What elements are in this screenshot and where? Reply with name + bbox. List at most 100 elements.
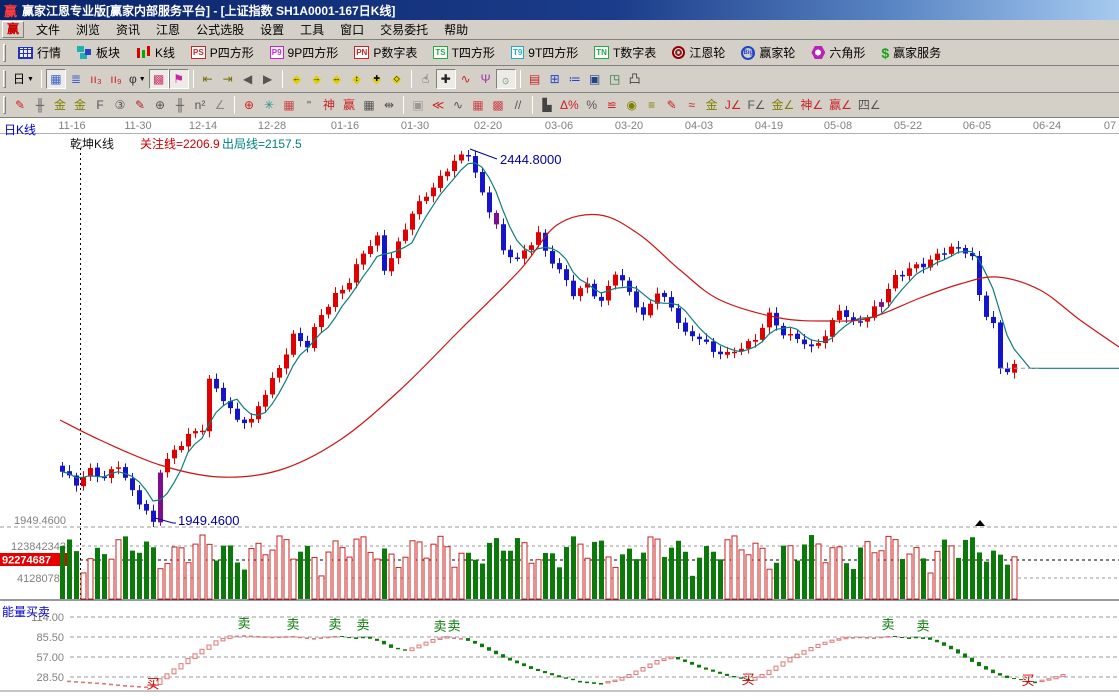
- first-page-button[interactable]: ⇤: [198, 69, 218, 89]
- menu-item-6[interactable]: 工具: [292, 22, 332, 38]
- candle-body: [200, 431, 205, 433]
- gold-circle-tool[interactable]: ◉: [622, 95, 642, 115]
- menu-item-3[interactable]: 江恩: [148, 22, 188, 38]
- next-button[interactable]: ▶: [258, 69, 278, 89]
- center-view-button[interactable]: ◆◇: [387, 69, 407, 89]
- gold-band-tool[interactable]: 金: [702, 95, 722, 115]
- period-day-dropdown[interactable]: 日▼: [10, 69, 37, 89]
- analysis-tool-button[interactable]: ۞: [496, 69, 516, 89]
- p-square-button[interactable]: PSP四方形: [183, 42, 262, 64]
- menu-logo-icon[interactable]: 赢: [2, 21, 24, 38]
- info-panel-button[interactable]: ≣: [66, 69, 86, 89]
- wave-band-tool[interactable]: ≈: [682, 95, 702, 115]
- winner-wheel-button[interactable]: Big赢家轮: [733, 42, 803, 64]
- tick-marks-tool[interactable]: ʺ: [299, 95, 319, 115]
- menu-item-1[interactable]: 浏览: [68, 22, 108, 38]
- shen-grid-tool[interactable]: 神: [319, 95, 339, 115]
- gold-grid-tool[interactable]: 金: [50, 95, 70, 115]
- bars3-button[interactable]: ıı₃: [86, 69, 106, 89]
- print-button[interactable]: 凸: [625, 69, 645, 89]
- menu-item-0[interactable]: 文件: [28, 22, 68, 38]
- red-grid-tool[interactable]: ▦: [468, 95, 488, 115]
- menu-item-5[interactable]: 设置: [252, 22, 292, 38]
- menu-item-2[interactable]: 资讯: [108, 22, 148, 38]
- kline-button[interactable]: K线: [128, 42, 183, 64]
- gold-angle-tool[interactable]: 金∠: [769, 95, 798, 115]
- toolbar-grip[interactable]: [3, 96, 6, 114]
- service-button[interactable]: $赢家服务: [873, 42, 949, 64]
- zoom-all-button[interactable]: ◆✚: [367, 69, 387, 89]
- spiral-grid-tool[interactable]: ③: [110, 95, 130, 115]
- t-number-button[interactable]: TNT数字表: [586, 42, 664, 64]
- qiankun-toggle-button[interactable]: ▩: [149, 69, 169, 89]
- target-tool[interactable]: ⊕: [239, 95, 259, 115]
- save-button[interactable]: ▣: [585, 69, 605, 89]
- shen-angle-tool[interactable]: 神∠: [797, 95, 826, 115]
- quotes-button[interactable]: 行情: [10, 42, 69, 64]
- notes-button[interactable]: ≔: [565, 69, 585, 89]
- pen2-tool[interactable]: ✎: [130, 95, 150, 115]
- net-save-button[interactable]: ◳: [605, 69, 625, 89]
- menu-item-8[interactable]: 交易委托: [372, 22, 436, 38]
- protractor-tool[interactable]: ∠: [210, 95, 230, 115]
- win-angle-tool[interactable]: 赢∠: [826, 95, 855, 115]
- zoom-v-button[interactable]: ◆↕: [347, 69, 367, 89]
- calendar-button[interactable]: ▤: [525, 69, 545, 89]
- calculator-button[interactable]: ⊞: [545, 69, 565, 89]
- prev-button[interactable]: ◀: [238, 69, 258, 89]
- pen-tool[interactable]: ✎: [10, 95, 30, 115]
- ruler123-tool[interactable]: ▦: [359, 95, 379, 115]
- shift-left-button[interactable]: ◆←: [287, 69, 307, 89]
- star-web-tool[interactable]: ✳: [259, 95, 279, 115]
- n2-tool[interactable]: n²: [190, 95, 210, 115]
- percent-lines-tool[interactable]: ≌: [602, 95, 622, 115]
- wave-tool[interactable]: ∿: [448, 95, 468, 115]
- pen3-tool[interactable]: ✎: [662, 95, 682, 115]
- ruler-grid-tool[interactable]: ╫: [170, 95, 190, 115]
- fan-lines-tool[interactable]: ≪: [428, 95, 448, 115]
- menu-item-7[interactable]: 窗口: [332, 22, 372, 38]
- hist-tool[interactable]: ▙: [537, 95, 557, 115]
- delta-percent-tool[interactable]: Δ%: [557, 95, 582, 115]
- p9-square-button[interactable]: P99P四方形: [262, 42, 346, 64]
- hexagon-button[interactable]: 六角形: [803, 42, 873, 64]
- p-number-button[interactable]: PNP数字表: [346, 42, 425, 64]
- f-angle-tool[interactable]: F∠: [744, 95, 768, 115]
- gann-wheel-button[interactable]: 江恩轮: [664, 42, 733, 64]
- gold-grid2-tool[interactable]: 金: [70, 95, 90, 115]
- four-angle-tool[interactable]: 四∠: [855, 95, 884, 115]
- hand-tool-button[interactable]: ☝: [416, 69, 436, 89]
- web-grid-tool[interactable]: ▦: [279, 95, 299, 115]
- candle-style-dropdown[interactable]: φ▼: [126, 69, 149, 89]
- magic-tool-button[interactable]: Ψ: [476, 69, 496, 89]
- win-grid-tool[interactable]: 赢: [339, 95, 359, 115]
- sectors-button[interactable]: 板块: [69, 42, 128, 64]
- shift-right-button[interactable]: ◆→: [307, 69, 327, 89]
- t-square-button[interactable]: TST四方形: [425, 42, 503, 64]
- f-grid-tool[interactable]: F: [90, 95, 110, 115]
- gold-lines-tool[interactable]: ≡: [642, 95, 662, 115]
- crosshair-tool-button[interactable]: ✚: [436, 69, 456, 89]
- box-select-tool[interactable]: ▣: [408, 95, 428, 115]
- last-page-button[interactable]: ⇥: [218, 69, 238, 89]
- span-arrow-tool[interactable]: ⇹: [379, 95, 399, 115]
- slash-lines-tool[interactable]: //: [508, 95, 528, 115]
- menu-item-9[interactable]: 帮助: [436, 22, 476, 38]
- toolbar-grip[interactable]: [3, 44, 6, 62]
- trend-zoom-button[interactable]: ∿: [456, 69, 476, 89]
- oscillator-bar-up: [165, 674, 169, 679]
- j-angle-tool[interactable]: J∠: [722, 95, 745, 115]
- pattern-view-button[interactable]: ▦: [46, 69, 66, 89]
- grid-tool[interactable]: ╫: [30, 95, 50, 115]
- bars9-button[interactable]: ıı₉: [106, 69, 126, 89]
- flag-tool-button[interactable]: ⚑: [169, 69, 189, 89]
- chart-canvas[interactable]: 11-1611-3012-1412-2801-1601-3002-2003-06…: [0, 118, 1119, 696]
- t9-square-button[interactable]: T99T四方形: [503, 42, 586, 64]
- app-logo-icon: 赢: [4, 1, 17, 20]
- dense-grid-tool[interactable]: ▩: [488, 95, 508, 115]
- toolbar-grip[interactable]: [3, 70, 6, 88]
- percent-tool[interactable]: %: [582, 95, 602, 115]
- menu-item-4[interactable]: 公式选股: [188, 22, 252, 38]
- zoom-h-button[interactable]: ◆↔: [327, 69, 347, 89]
- compass-tool[interactable]: ⊕: [150, 95, 170, 115]
